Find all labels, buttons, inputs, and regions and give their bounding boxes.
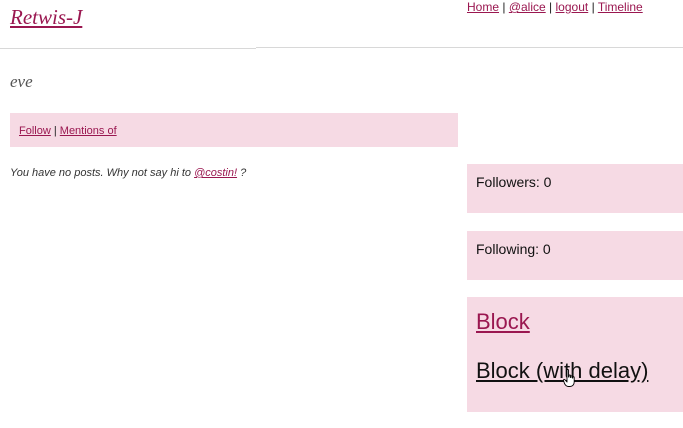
- mentions-link[interactable]: Mentions of: [60, 125, 117, 137]
- nav-user-link[interactable]: @alice: [509, 0, 546, 14]
- empty-posts-message: You have no posts. Why not say hi to @co…: [10, 167, 246, 179]
- top-navigation: Home | @alice | logout | Timeline: [467, 0, 643, 14]
- profile-tab-bar: Follow | Mentions of: [10, 113, 458, 147]
- tab-separator: |: [53, 125, 57, 137]
- app-logo[interactable]: Retwis-J: [10, 4, 82, 30]
- empty-message-suffix: ?: [240, 167, 247, 179]
- follow-link[interactable]: Follow: [19, 125, 51, 137]
- nav-logout-link[interactable]: logout: [556, 0, 589, 14]
- mention-user-link[interactable]: @costin!: [194, 167, 237, 179]
- hand-pointer-icon: [563, 369, 575, 387]
- profile-username: eve: [10, 72, 33, 91]
- nav-separator: |: [591, 0, 595, 14]
- block-actions-box: Block Block (with delay): [467, 297, 683, 412]
- nav-separator: |: [502, 0, 506, 14]
- following-count: Following: 0: [476, 241, 551, 257]
- empty-message-text: You have no posts. Why not say hi to: [10, 167, 191, 179]
- profile-tabs: Follow | Mentions of: [19, 125, 117, 137]
- block-link[interactable]: Block: [476, 309, 530, 335]
- nav-timeline-link[interactable]: Timeline: [598, 0, 643, 14]
- nav-separator: |: [549, 0, 553, 14]
- logo-link[interactable]: Retwis-J: [10, 5, 82, 29]
- header-divider: [0, 48, 256, 49]
- header-divider: [256, 47, 683, 48]
- followers-box: Followers: 0: [467, 164, 683, 213]
- following-box: Following: 0: [467, 231, 683, 280]
- nav-home-link[interactable]: Home: [467, 0, 499, 14]
- followers-count: Followers: 0: [476, 174, 552, 190]
